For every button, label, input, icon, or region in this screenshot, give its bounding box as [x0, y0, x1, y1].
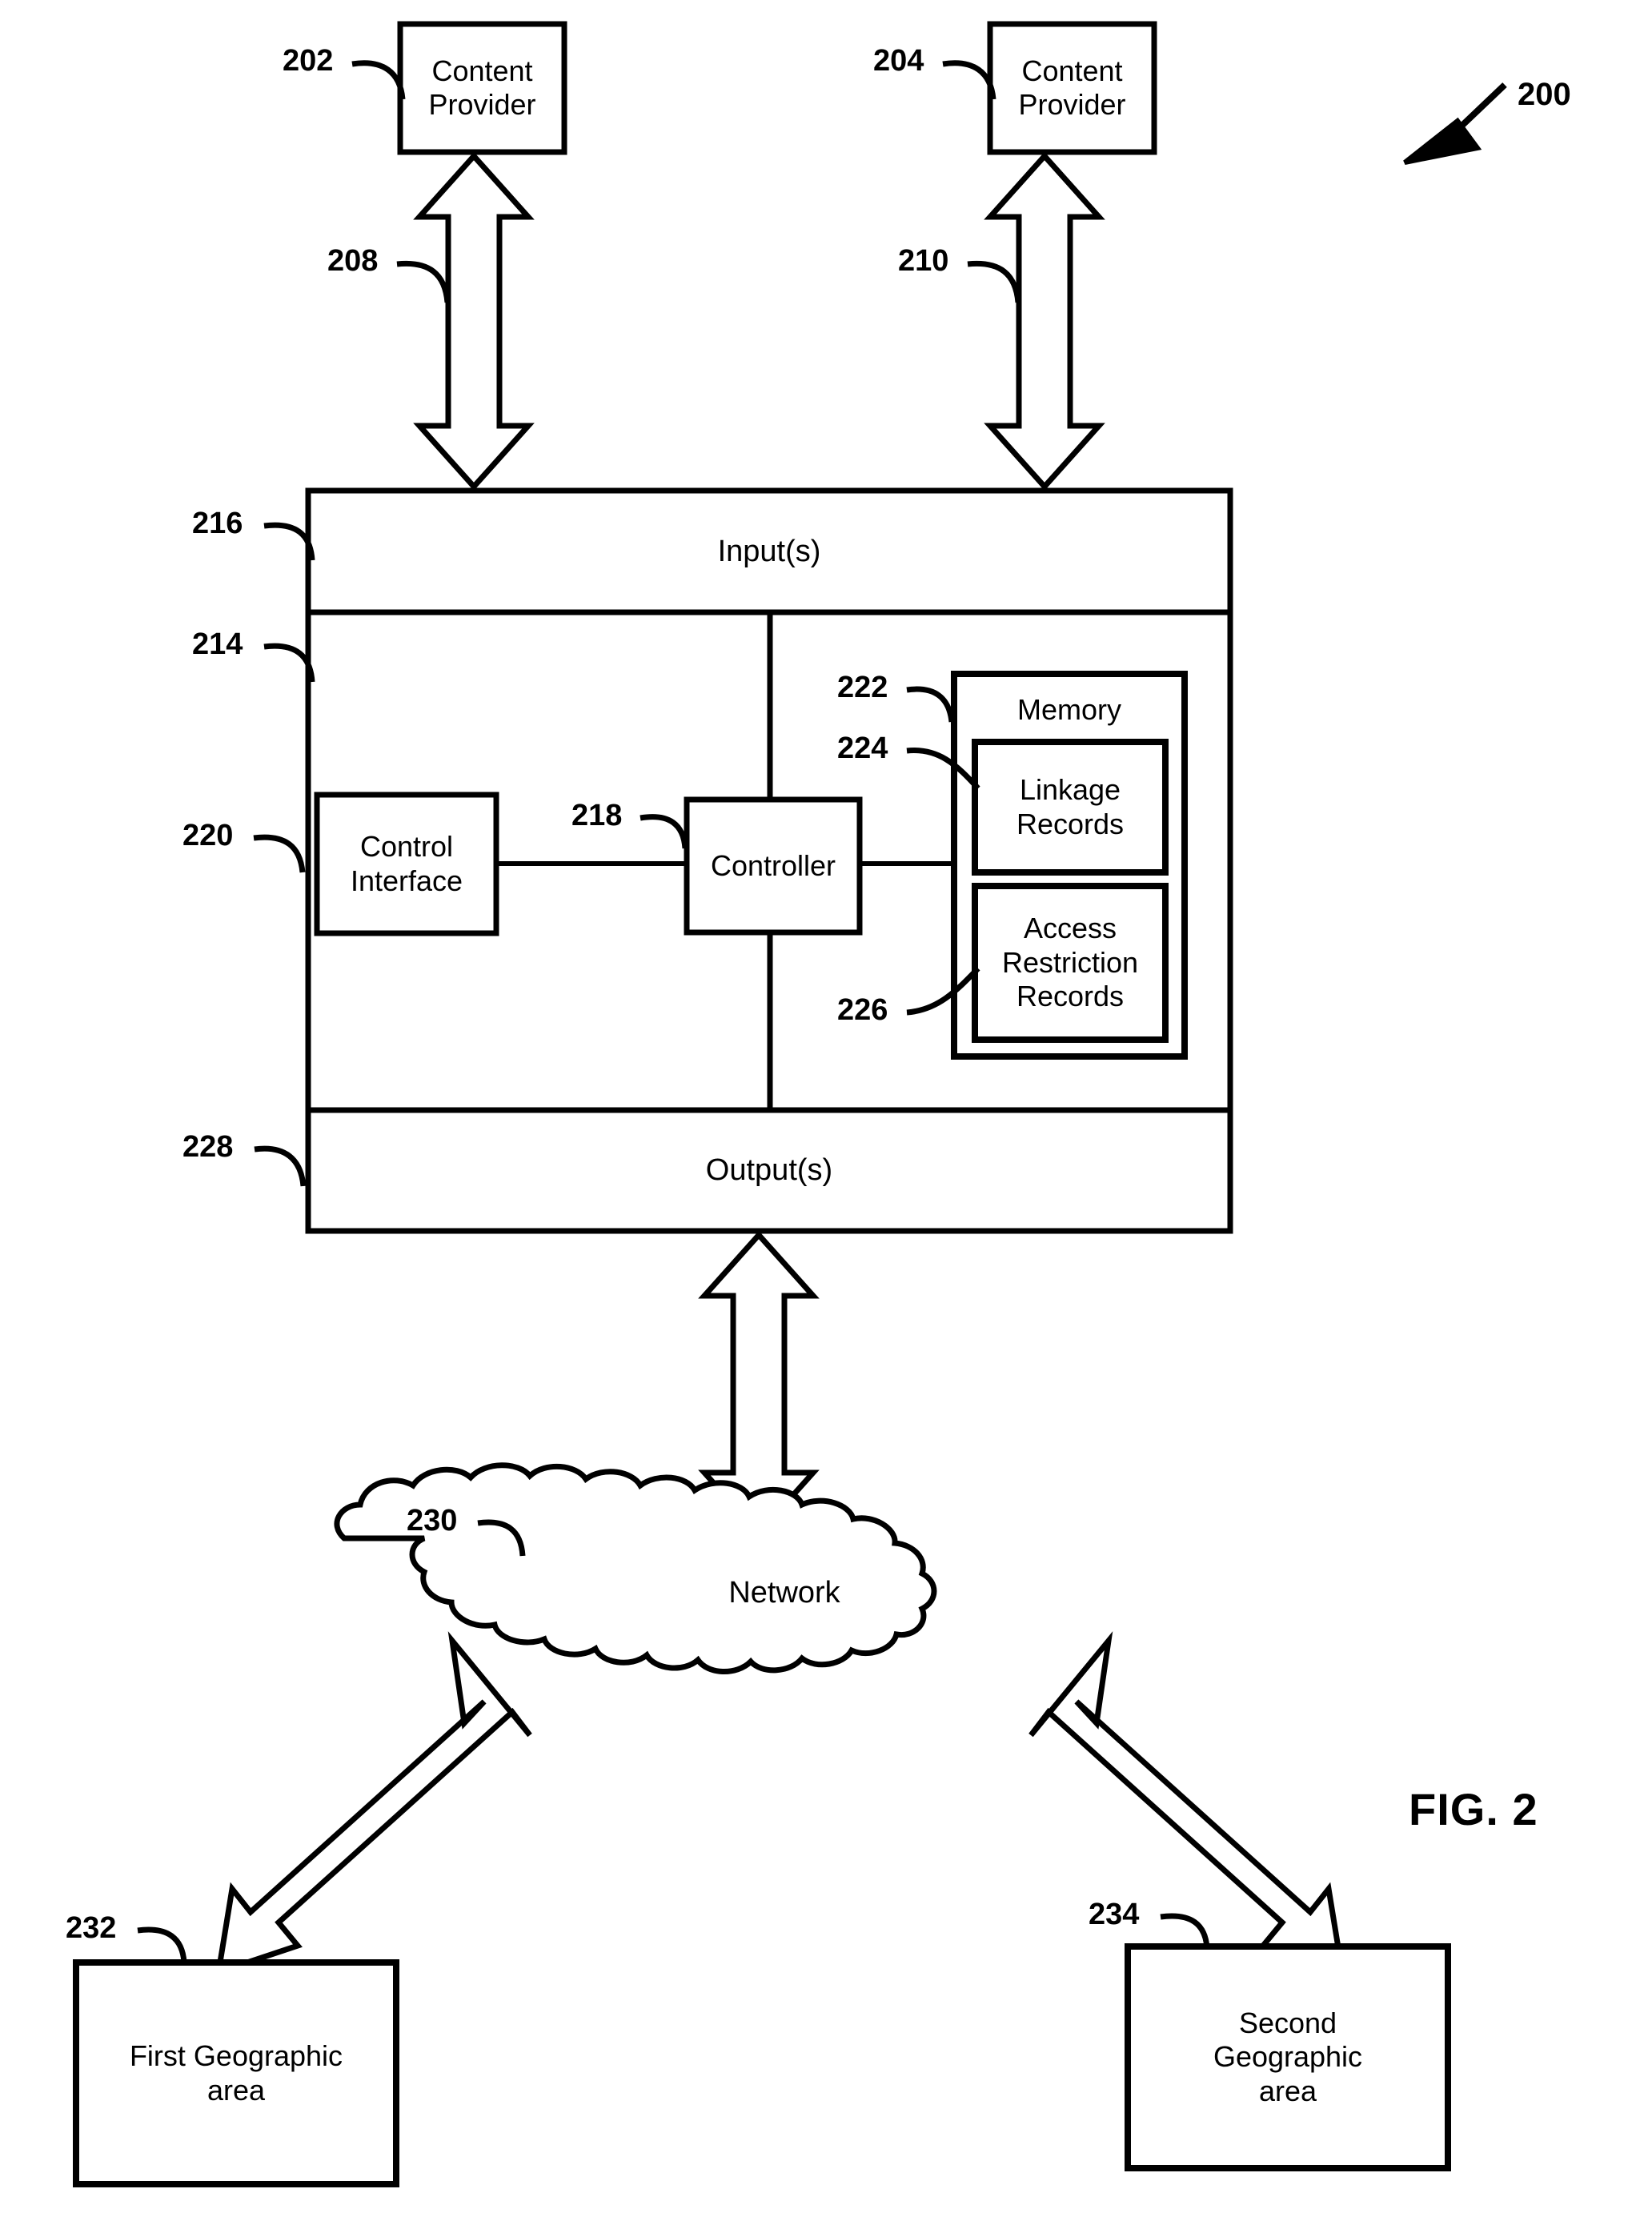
ref-216: 216: [192, 507, 243, 540]
patent-figure-2: Content Provider Content Provider Input(…: [0, 0, 1652, 2229]
leader-202: [351, 60, 406, 100]
ref-224: 224: [837, 732, 888, 765]
ref-230: 230: [407, 1504, 458, 1537]
ref-208: 208: [327, 244, 379, 278]
controller-box: [684, 796, 863, 936]
ref-200: 200: [1518, 77, 1571, 112]
leader-232: [137, 1926, 187, 1963]
arrow-network-first-area-double: [215, 1631, 532, 1977]
leader-228: [254, 1145, 307, 1187]
ref-218: 218: [571, 799, 623, 832]
arrow-208-double: [413, 151, 535, 491]
leader-210: [967, 260, 1021, 303]
system-ref-200-arrow-head: [1403, 117, 1482, 165]
content-provider-1-box: [397, 21, 567, 155]
network-cloud: [334, 1462, 937, 1674]
arrow-210-double: [984, 151, 1105, 491]
control-interface-box: [314, 792, 499, 936]
figure-title: FIG. 2: [1409, 1784, 1538, 1834]
second-geographic-area-box: [1125, 1943, 1451, 2171]
ref-220: 220: [182, 819, 234, 852]
ref-222: 222: [837, 671, 888, 704]
ref-226: 226: [837, 993, 888, 1027]
ref-232: 232: [66, 1911, 117, 1945]
leader-214: [263, 643, 315, 683]
linkage-records-box: [972, 739, 1169, 876]
ref-228: 228: [182, 1130, 234, 1164]
diagram-vector-layer: [73, 21, 1507, 2187]
leader-220: [253, 834, 306, 873]
arrow-network-second-area-double: [1028, 1631, 1346, 1977]
content-provider-2-box: [987, 21, 1157, 155]
leader-204: [942, 60, 996, 100]
leader-208: [396, 260, 451, 303]
ref-214: 214: [192, 627, 243, 661]
ref-204: 204: [873, 44, 924, 78]
leader-216: [263, 522, 315, 561]
ref-234: 234: [1089, 1898, 1140, 1931]
access-restriction-records-box: [972, 883, 1169, 1043]
ref-210: 210: [898, 244, 949, 278]
first-geographic-area-box: [73, 1959, 399, 2187]
ref-202: 202: [283, 44, 334, 78]
